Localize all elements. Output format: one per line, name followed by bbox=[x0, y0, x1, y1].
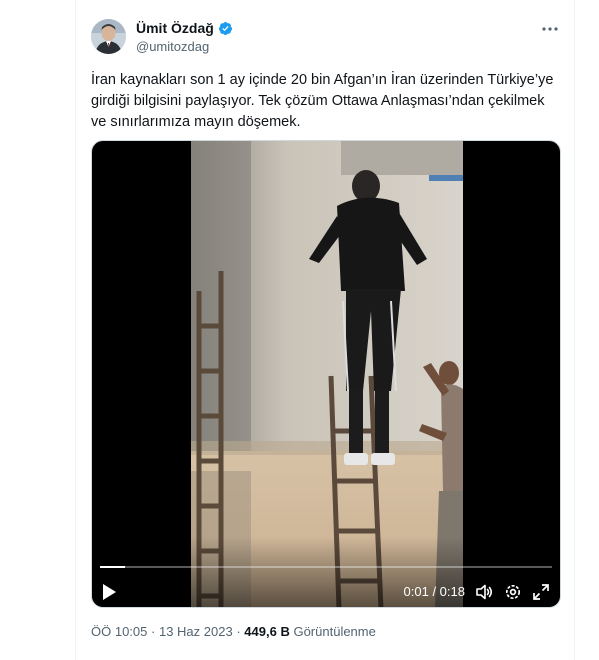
meta-separator: · bbox=[151, 624, 156, 639]
display-name-row: Ümit Özdağ bbox=[136, 20, 233, 37]
tweet-text-line: ve sınırlarımıza mayın döşemek. bbox=[91, 114, 301, 130]
tweet-text-line: İran kaynakları son 1 ay içinde 20 bin A… bbox=[91, 72, 554, 88]
fullscreen-icon bbox=[533, 584, 549, 600]
tweet-date[interactable]: 13 Haz 2023 bbox=[159, 624, 233, 639]
author-info: Ümit Özdağ @umitozdag bbox=[136, 20, 233, 55]
views-label: Görüntülenme bbox=[293, 624, 376, 639]
author-handle[interactable]: @umitozdag bbox=[136, 38, 233, 55]
tweet-text-line: girdiği bilgisini paylaşıyor. Tek çözüm … bbox=[91, 93, 545, 109]
fullscreen-button[interactable] bbox=[531, 582, 551, 602]
avatar[interactable] bbox=[91, 19, 126, 54]
display-name[interactable]: Ümit Özdağ bbox=[136, 20, 214, 37]
views-count: 449,6 B bbox=[244, 624, 290, 639]
tweet-text: İran kaynakları son 1 ay içinde 20 bin A… bbox=[91, 70, 561, 133]
tweet-card[interactable]: Ümit Özdağ @umitozdag İran kaynakları so… bbox=[75, 0, 575, 660]
video-progress-fill bbox=[100, 566, 125, 568]
avatar-image bbox=[91, 19, 126, 54]
verified-badge-icon bbox=[218, 21, 232, 36]
more-options-icon bbox=[542, 27, 558, 31]
volume-icon bbox=[476, 584, 493, 600]
settings-icon bbox=[505, 584, 521, 600]
play-button[interactable] bbox=[101, 583, 117, 601]
tweet-time[interactable]: ÖÖ 10:05 bbox=[91, 624, 147, 639]
meta-separator: · bbox=[236, 624, 241, 639]
more-options-button[interactable] bbox=[539, 21, 561, 37]
page: Ümit Özdağ @umitozdag İran kaynakları so… bbox=[0, 0, 599, 660]
tweet-meta: ÖÖ 10:05 · 13 Haz 2023 · 449,6 B Görüntü… bbox=[91, 624, 376, 640]
play-icon bbox=[103, 584, 116, 600]
tweet-header: Ümit Özdağ @umitozdag bbox=[91, 18, 561, 58]
settings-button[interactable] bbox=[503, 582, 523, 602]
video-time-display: 0:01 / 0:18 bbox=[403, 584, 465, 599]
volume-button[interactable] bbox=[474, 582, 494, 602]
video-player[interactable]: 0:01 / 0:18 bbox=[91, 140, 561, 608]
video-progress-bar[interactable] bbox=[100, 566, 552, 568]
